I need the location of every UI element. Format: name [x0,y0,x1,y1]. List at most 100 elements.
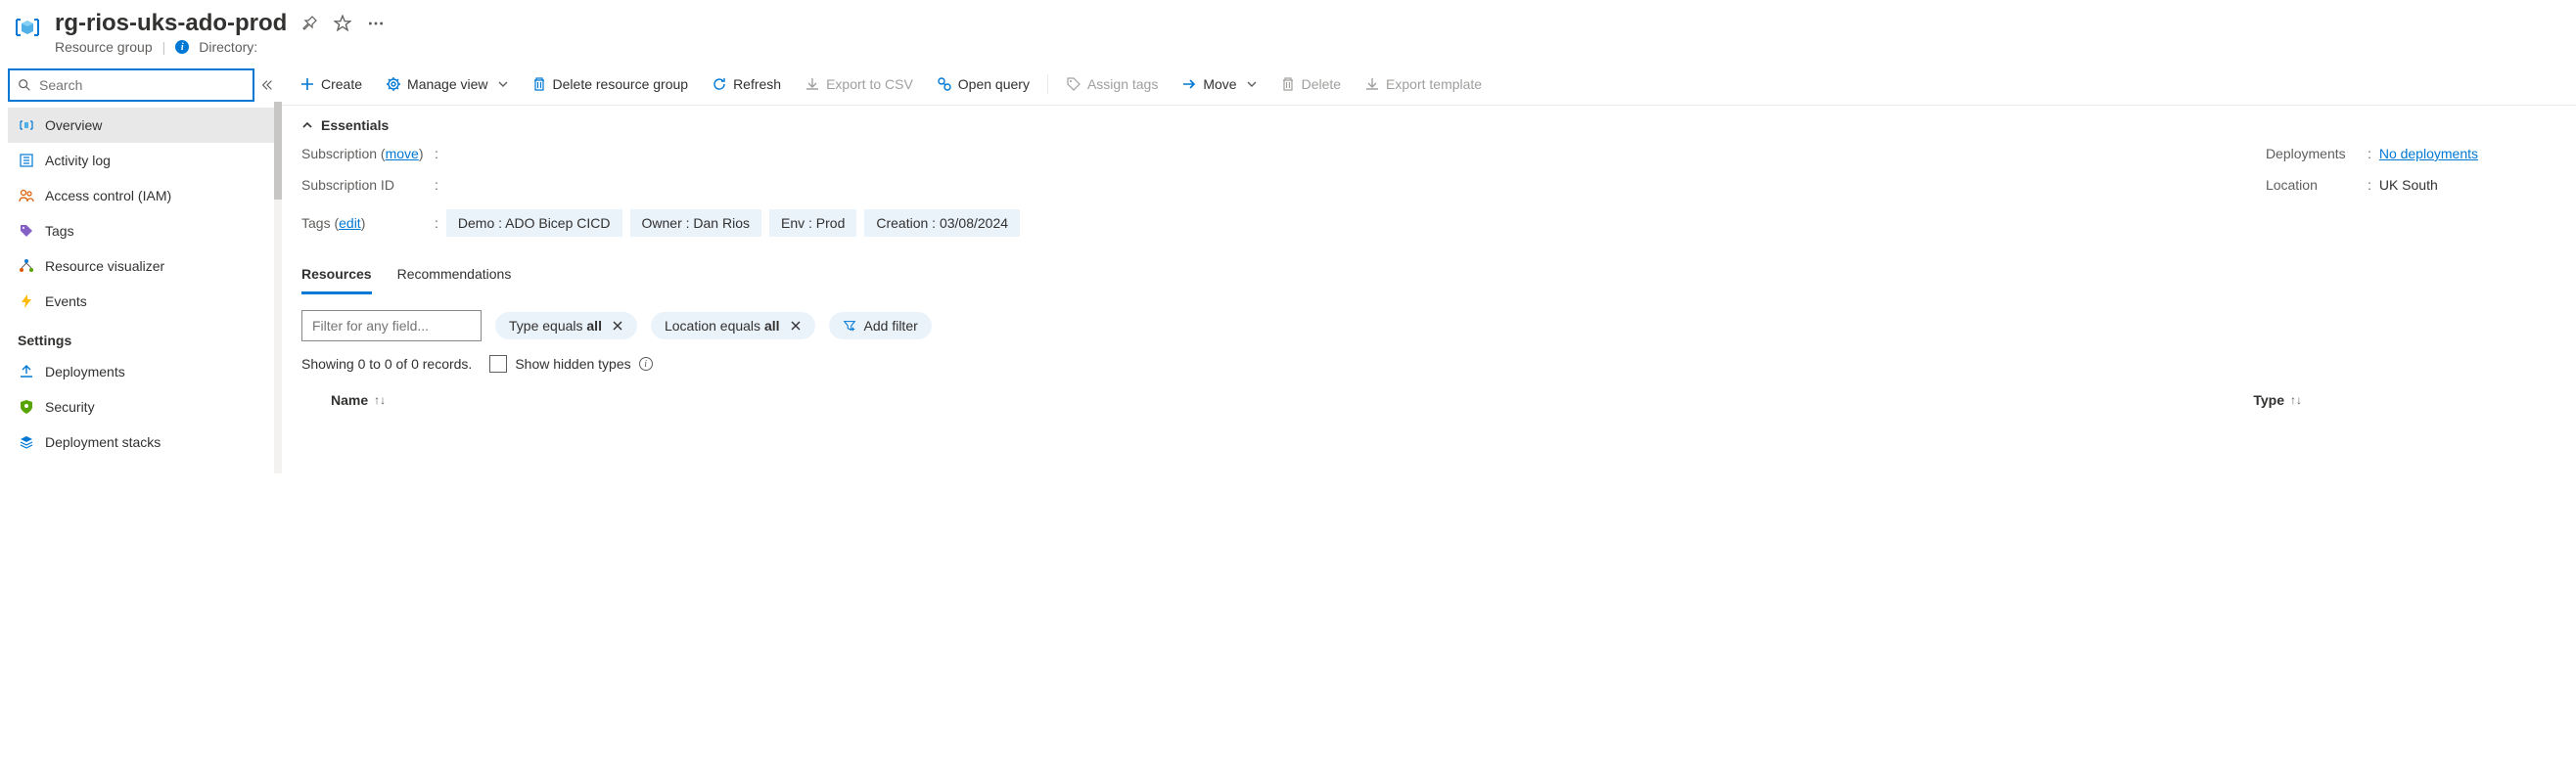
type-filter-pill[interactable]: Type equals all [495,312,637,339]
chevron-up-icon [301,119,313,131]
tab-resources[interactable]: Resources [301,260,372,294]
bolt-icon [18,292,35,310]
nav-security[interactable]: Security [8,389,282,424]
tag-icon [18,222,35,240]
nav-deployment-stacks[interactable]: Deployment stacks [8,424,282,460]
records-status: Showing 0 to 0 of 0 records. [301,356,472,372]
help-icon[interactable]: i [639,357,653,371]
nav-label: Resource visualizer [45,258,164,274]
sidebar-search[interactable] [8,68,254,102]
location-filter-pill[interactable]: Location equals all [651,312,815,339]
tag-pill[interactable]: Owner : Dan Rios [630,209,761,237]
sidebar-scrollbar[interactable] [274,102,282,473]
filter-input[interactable] [301,310,482,341]
tab-recommendations[interactable]: Recommendations [397,260,512,294]
settings-section-header: Settings [8,319,282,354]
arrow-right-icon [1181,76,1197,92]
tag-pill[interactable]: Demo : ADO Bicep CICD [446,209,622,237]
delete-button[interactable]: Delete [1270,70,1351,98]
nav-label: Deployment stacks [45,434,161,450]
location-value: UK South [2379,177,2438,193]
nav-access-control[interactable]: Access control (IAM) [8,178,282,213]
delete-rg-button[interactable]: Delete resource group [522,70,699,98]
query-icon [937,76,952,92]
trash-icon [1280,76,1296,92]
trash-icon [531,76,547,92]
info-icon[interactable]: i [175,40,189,54]
nav-label: Events [45,293,87,309]
toolbar: Create Manage view Delete resource group… [282,63,2576,106]
deployments-link[interactable]: No deployments [2379,146,2478,161]
main-content: Create Manage view Delete resource group… [282,63,2576,460]
sidebar-search-input[interactable] [37,76,245,94]
sort-icon: ↑↓ [374,393,386,407]
tag-outline-icon [1066,76,1081,92]
nav-label: Tags [45,223,74,239]
export-template-button[interactable]: Export template [1355,70,1492,98]
nav-label: Access control (IAM) [45,188,171,203]
nav-events[interactable]: Events [8,284,282,319]
nav-resource-visualizer[interactable]: Resource visualizer [8,248,282,284]
subscription-id-label: Subscription ID [301,177,427,193]
tag-pill[interactable]: Creation : 03/08/2024 [864,209,1020,237]
download-icon [805,76,820,92]
chevron-down-icon [498,79,508,89]
chevron-down-icon [1247,79,1257,89]
list-icon [18,152,35,169]
sort-icon: ↑↓ [2290,393,2302,407]
star-icon[interactable] [334,15,351,32]
resource-type-label: Resource group [55,39,153,55]
essentials-toggle[interactable]: Essentials [301,117,2556,133]
tag-pill[interactable]: Env : Prod [769,209,856,237]
page-header: rg-rios-uks-ado-prod Resource group | i … [0,0,2576,63]
column-header-name[interactable]: Name ↑↓ [331,392,386,408]
table-header: Name ↑↓ Type ↑↓ [282,386,2576,414]
tabs: Resources Recommendations [282,250,2576,294]
close-icon[interactable] [612,320,623,332]
sidebar: Overview Activity log Access control (IA… [0,63,282,460]
upload-icon [18,363,35,380]
subscription-move-link[interactable]: move [386,146,419,161]
add-filter-button[interactable]: Add filter [829,312,932,339]
cube-brackets-icon [18,116,35,134]
column-header-type[interactable]: Type ↑↓ [2253,392,2302,408]
tags-label: Tags (edit) [301,215,427,231]
nav-activity-log[interactable]: Activity log [8,143,282,178]
manage-view-button[interactable]: Manage view [376,70,518,98]
essentials-title: Essentials [321,117,389,133]
export-csv-button[interactable]: Export to CSV [795,70,923,98]
plus-icon [299,76,315,92]
deployments-label: Deployments [2266,146,2360,161]
close-icon[interactable] [790,320,802,332]
directory-label: Directory: [199,39,257,55]
refresh-button[interactable]: Refresh [702,70,791,98]
nodes-icon [18,257,35,275]
more-icon[interactable] [367,15,385,32]
location-label: Location [2266,177,2360,193]
pin-icon[interactable] [302,16,318,31]
create-button[interactable]: Create [290,70,372,98]
add-filter-icon [843,319,856,333]
download-icon [1364,76,1380,92]
nav-label: Activity log [45,153,111,168]
nav-overview[interactable]: Overview [8,108,282,143]
hidden-types-label: Show hidden types [515,356,630,372]
open-query-button[interactable]: Open query [927,70,1039,98]
nav-tags[interactable]: Tags [8,213,282,248]
nav-deployments[interactable]: Deployments [8,354,282,389]
tags-edit-link[interactable]: edit [339,215,361,231]
nav-label: Deployments [45,364,125,380]
page-title: rg-rios-uks-ado-prod [55,10,287,37]
refresh-icon [712,76,727,92]
move-button[interactable]: Move [1172,70,1265,98]
toolbar-separator [1047,74,1048,94]
nav-label: Overview [45,117,102,133]
collapse-sidebar-icon[interactable] [260,78,274,92]
resource-group-icon [10,10,45,45]
scrollbar-thumb[interactable] [274,102,282,200]
gear-icon [386,76,401,92]
nav-label: Security [45,399,95,415]
assign-tags-button[interactable]: Assign tags [1056,70,1168,98]
hidden-types-checkbox[interactable] [489,355,507,373]
stack-icon [18,433,35,451]
